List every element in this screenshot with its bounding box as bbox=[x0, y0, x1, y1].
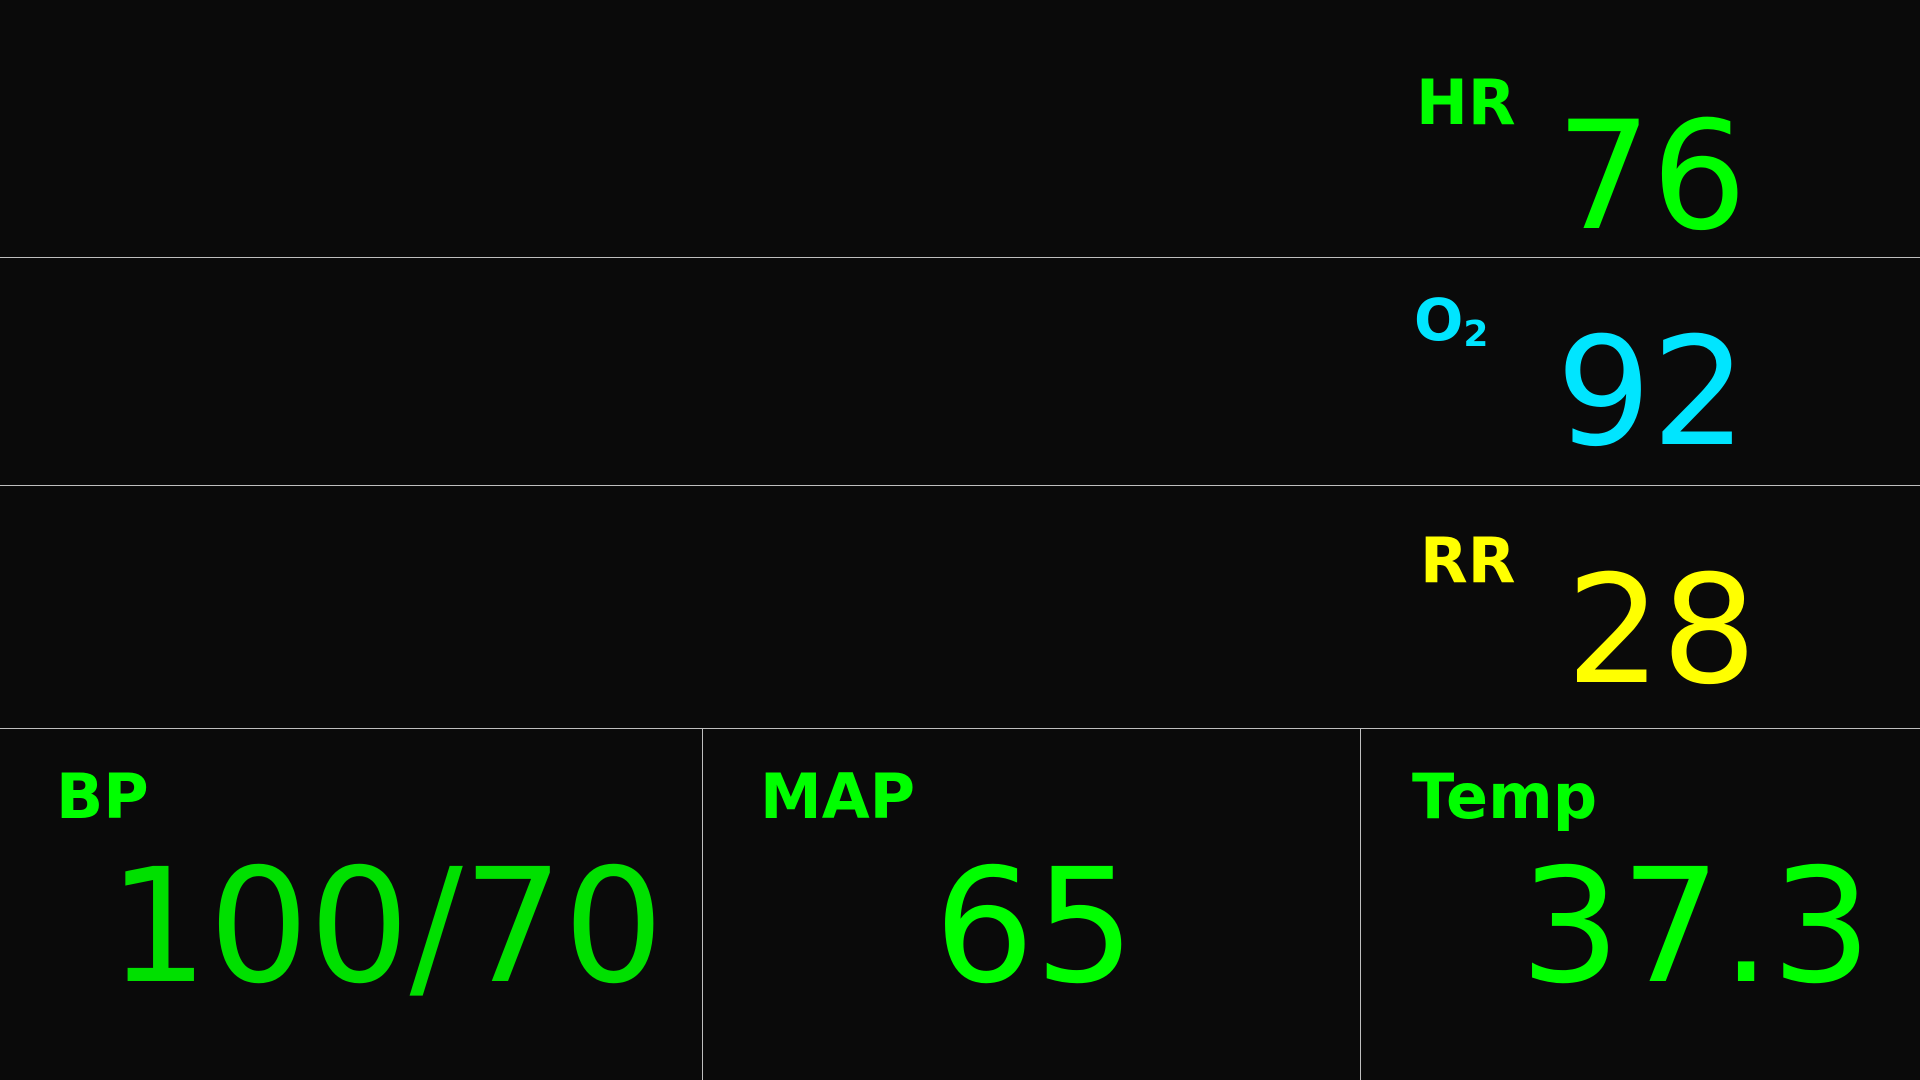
hr-waveform-area bbox=[0, 0, 1360, 257]
divider-o2-rr bbox=[0, 485, 1920, 486]
o2-label-subscript: 2 bbox=[1463, 314, 1489, 355]
rr-waveform-area bbox=[0, 486, 1360, 728]
temp-label: Temp bbox=[1412, 760, 1598, 833]
bp-value: 100/70 bbox=[108, 835, 664, 1019]
temp-value: 37.3 bbox=[1520, 835, 1872, 1019]
o2-label-main: O bbox=[1414, 286, 1464, 354]
divider-bp-map bbox=[702, 729, 703, 1080]
divider-rr-bottom bbox=[0, 728, 1920, 729]
map-value: 65 bbox=[934, 835, 1136, 1019]
rr-value: 28 bbox=[1566, 544, 1757, 718]
hr-label: HR bbox=[1416, 66, 1516, 139]
o2-waveform-area bbox=[0, 258, 1360, 485]
hr-value: 76 bbox=[1556, 90, 1747, 264]
bp-label: BP bbox=[56, 760, 149, 833]
rr-label: RR bbox=[1420, 524, 1516, 597]
o2-label: O2 bbox=[1414, 291, 1488, 353]
map-label: MAP bbox=[760, 760, 916, 833]
divider-map-temp bbox=[1360, 729, 1361, 1080]
o2-value: 92 bbox=[1556, 306, 1747, 480]
